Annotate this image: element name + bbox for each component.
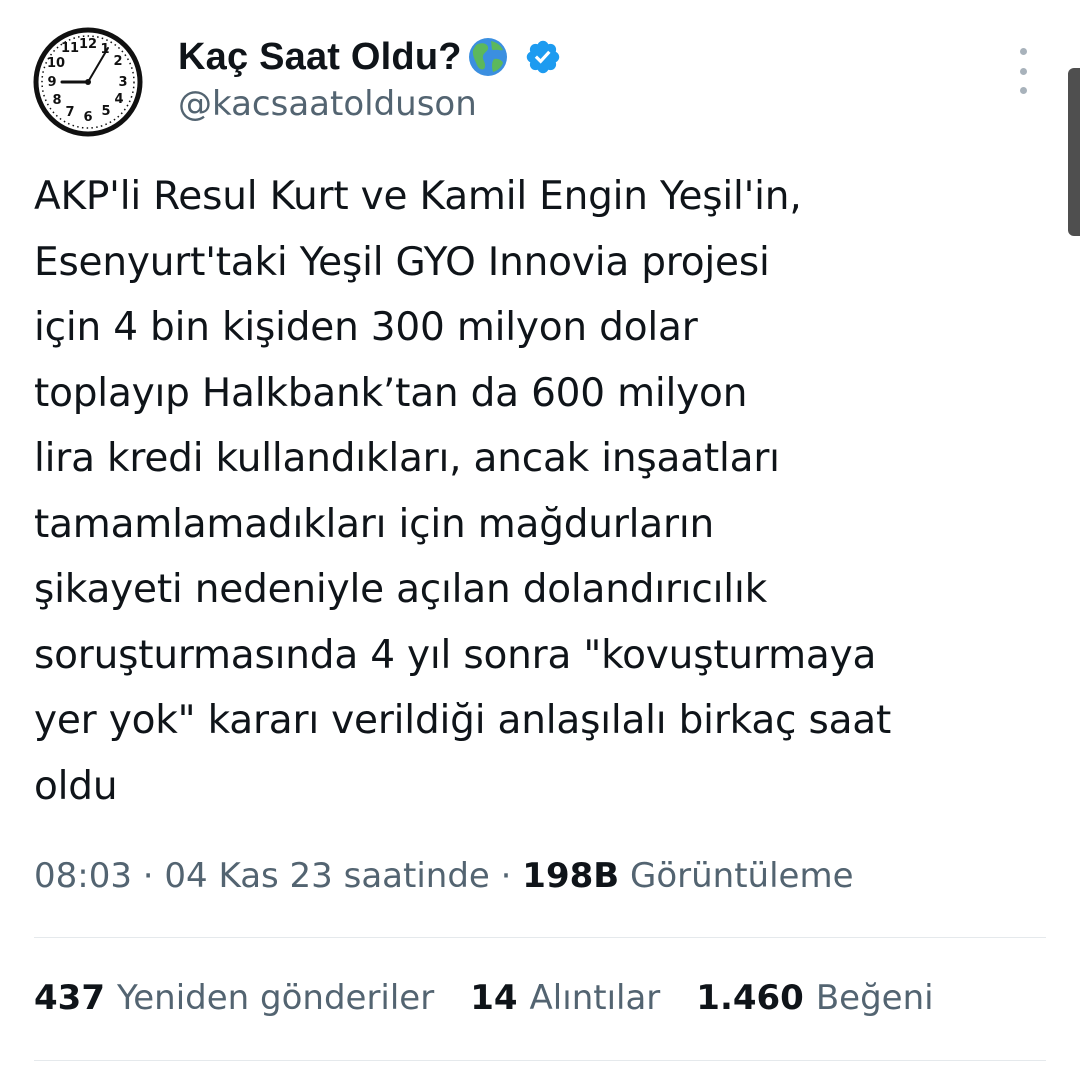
meta-separator: ·: [489, 856, 523, 896]
likes-label: Beğeni: [815, 978, 934, 1018]
retweets-label: Yeniden gönderiler: [116, 978, 435, 1018]
author-name-row[interactable]: Kaç Saat Oldu?: [178, 32, 562, 82]
more-options-button[interactable]: [1010, 48, 1036, 94]
clock-number: 4: [114, 92, 123, 107]
display-name[interactable]: Kaç Saat Oldu?: [178, 36, 462, 79]
engagement-stats: 437 Yeniden gönderiler 14 Alıntılar 1.46…: [34, 978, 970, 1018]
quotes-stat[interactable]: 14 Alıntılar: [470, 978, 660, 1018]
scrollbar[interactable]: [1068, 68, 1080, 236]
views-label: Görüntüleme: [629, 856, 854, 896]
clock-number: 3: [118, 75, 127, 90]
cropped-previous-content: [250, 0, 550, 2]
quotes-count: 14: [470, 978, 518, 1018]
clock-number: 11: [61, 41, 79, 56]
clock-number: 12: [79, 37, 97, 52]
quotes-label: Alıntılar: [529, 978, 661, 1018]
divider: [34, 1060, 1046, 1061]
retweets-stat[interactable]: 437 Yeniden gönderiler: [34, 978, 434, 1018]
clock-number: 2: [113, 54, 122, 69]
more-dot-icon: [1019, 48, 1027, 55]
clock-number: 10: [47, 56, 65, 71]
meta-separator: ·: [131, 856, 165, 896]
globe-americas-icon: [468, 38, 507, 76]
author-handle[interactable]: @kacsaatolduson: [178, 84, 477, 124]
tweet-time[interactable]: 08:03: [34, 856, 132, 896]
views-count: 198B: [522, 856, 620, 896]
clock-number: 9: [47, 75, 56, 90]
likes-stat[interactable]: 1.460 Beğeni: [696, 978, 933, 1018]
tweet-text: AKP'li Resul Kurt ve Kamil Engin Yeşil'i…: [34, 174, 892, 809]
clock-number: 6: [83, 110, 92, 125]
tweet-date[interactable]: 04 Kas 23 saatinde: [164, 856, 489, 896]
more-dot-icon: [1019, 87, 1027, 94]
verified-badge-icon[interactable]: [524, 38, 562, 76]
clock-number: 7: [65, 105, 74, 120]
clock-number: 5: [101, 104, 110, 119]
divider: [34, 937, 1046, 938]
retweets-count: 437: [34, 978, 105, 1018]
clock-avatar-icon: 11 12 1 2 3 4 5 6 7 8 9 10: [33, 27, 143, 137]
likes-count: 1.460: [696, 978, 804, 1018]
more-dot-icon: [1019, 67, 1027, 75]
avatar[interactable]: 11 12 1 2 3 4 5 6 7 8 9 10: [32, 26, 144, 138]
clock-number: 8: [52, 93, 61, 108]
tweet-meta: 08:03 · 04 Kas 23 saatinde · 198B Görünt…: [34, 856, 854, 896]
